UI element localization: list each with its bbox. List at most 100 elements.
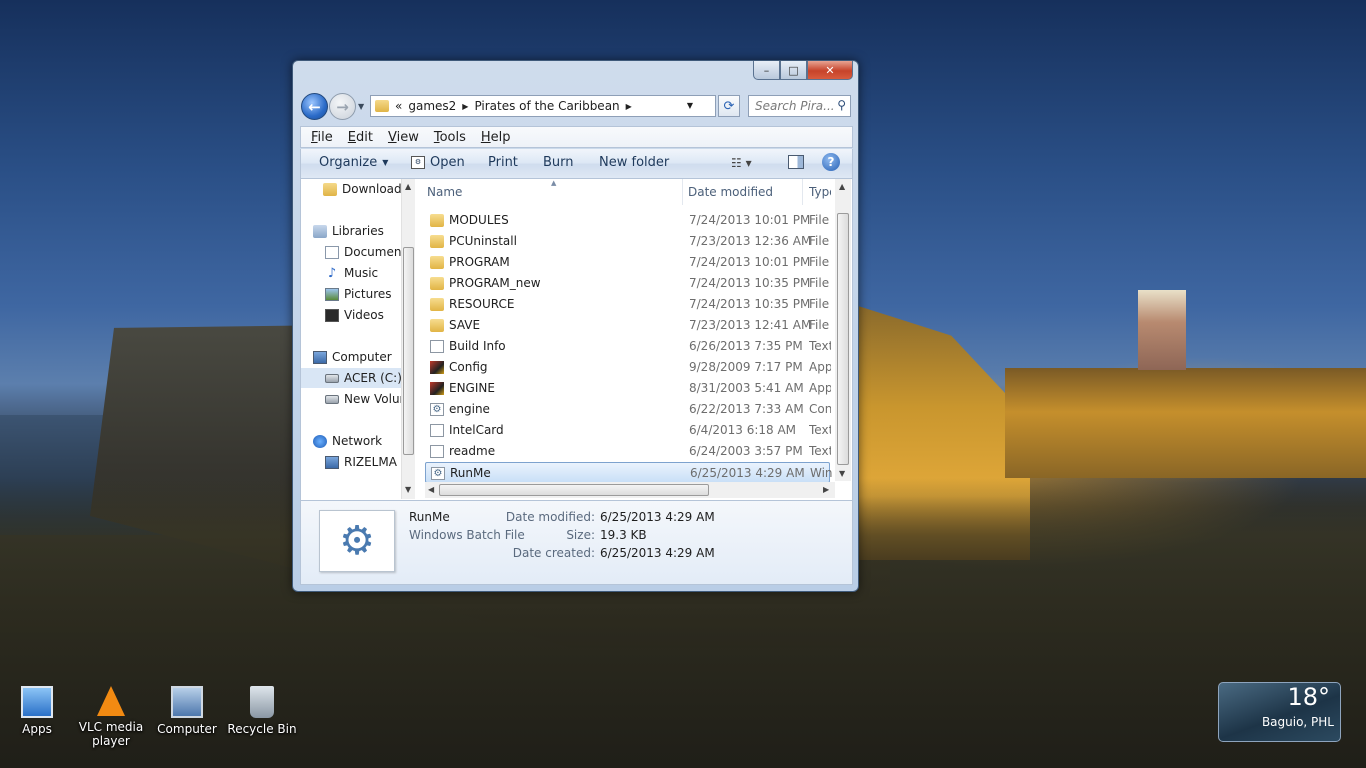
nav-item-documents[interactable]: Documents bbox=[325, 242, 403, 262]
desktop-icon-computer[interactable]: Computer bbox=[150, 686, 224, 736]
file-list-hscrollbar-thumb[interactable] bbox=[439, 484, 709, 496]
open-button[interactable]: ⚙ Open bbox=[411, 155, 465, 170]
burn-button[interactable]: Burn bbox=[543, 155, 574, 170]
column-divider[interactable] bbox=[682, 179, 683, 205]
file-name: engine bbox=[449, 402, 490, 416]
desktop-icon-recycle-bin[interactable]: Recycle Bin bbox=[225, 686, 299, 736]
nav-item-network[interactable]: Network bbox=[313, 431, 413, 451]
nav-scrollbar[interactable]: ▲ ▼ bbox=[401, 179, 415, 499]
organize-button[interactable]: Organize ▼ bbox=[319, 155, 388, 170]
command-bar: Organize ▼ ⚙ Open Print Burn New folder ☷ … bbox=[300, 149, 853, 179]
maximize-button[interactable]: □ bbox=[780, 61, 807, 80]
file-row[interactable]: Config 9/28/2009 7:17 PM App bbox=[425, 357, 831, 378]
scroll-down-icon[interactable]: ▼ bbox=[405, 485, 411, 494]
weather-location: Baguio, PHL bbox=[1261, 715, 1334, 729]
breadcrumb-separator-icon[interactable]: ▶ bbox=[626, 102, 632, 111]
file-row[interactable]: PCUninstall 7/23/2013 12:36 AM File bbox=[425, 231, 830, 252]
file-row[interactable]: ENGINE 8/31/2003 5:41 AM App bbox=[425, 378, 831, 399]
refresh-button[interactable]: ⟳ bbox=[718, 95, 740, 117]
sort-ascending-icon: ▲ bbox=[551, 179, 557, 187]
scroll-left-icon[interactable]: ◀ bbox=[428, 485, 434, 494]
file-list-scrollbar[interactable]: ▲ ▼ bbox=[835, 179, 851, 481]
nav-scrollbar-thumb[interactable] bbox=[403, 247, 414, 455]
file-list-hscrollbar[interactable]: ◀ ▶ bbox=[425, 482, 835, 498]
file-row[interactable]: IntelCard 6/4/2013 6:18 AM Text bbox=[425, 420, 831, 441]
print-button[interactable]: Print bbox=[488, 155, 518, 170]
file-row[interactable]: ⚙ RunMe 6/25/2013 4:29 AM Win bbox=[425, 462, 832, 483]
menu-view[interactable]: View bbox=[388, 130, 419, 145]
file-type: File bbox=[809, 234, 830, 248]
search-input[interactable]: Search Pira... ⚲ bbox=[748, 95, 851, 117]
nav-label: New Volume bbox=[344, 392, 401, 406]
breadcrumb-games2[interactable]: games2 bbox=[408, 99, 456, 113]
file-row[interactable]: readme 6/24/2003 3:57 PM Text bbox=[425, 441, 831, 462]
nav-label: Computer bbox=[332, 350, 392, 364]
preview-pane-icon[interactable] bbox=[788, 155, 804, 169]
file-date-modified: 7/23/2013 12:41 AM bbox=[689, 318, 812, 332]
computer-icon bbox=[171, 686, 203, 718]
nav-item-libraries[interactable]: Libraries bbox=[313, 221, 413, 241]
desktop-icon-vlc[interactable]: VLC media player bbox=[74, 686, 148, 748]
nav-item-rizelma[interactable]: RIZELMA bbox=[325, 452, 401, 472]
nav-item-new-volume[interactable]: New Volume bbox=[325, 389, 401, 409]
scroll-up-icon[interactable]: ▲ bbox=[405, 182, 411, 191]
search-icon[interactable]: ⚲ bbox=[837, 98, 846, 112]
file-row[interactable]: ⚙ engine 6/22/2013 7:33 AM Con bbox=[425, 399, 831, 420]
help-icon[interactable]: ? bbox=[822, 153, 840, 171]
menu-file[interactable]: File bbox=[311, 130, 333, 145]
menu-help[interactable]: Help bbox=[481, 130, 511, 145]
scroll-down-icon[interactable]: ▼ bbox=[839, 469, 845, 478]
file-date-modified: 8/31/2003 5:41 AM bbox=[689, 381, 804, 395]
music-icon: ♪ bbox=[327, 265, 337, 281]
weather-gadget[interactable]: 18° Baguio, PHL bbox=[1218, 682, 1341, 742]
column-type[interactable]: Type bbox=[809, 185, 831, 199]
address-bar[interactable]: « games2 ▶ Pirates of the Caribbean ▶ ▼ bbox=[370, 95, 716, 117]
file-name: Config bbox=[449, 360, 488, 374]
address-overflow[interactable]: « bbox=[395, 99, 402, 113]
file-row[interactable]: MODULES 7/24/2013 10:01 PM File bbox=[425, 210, 830, 231]
change-view-icon[interactable]: ☷ ▾ bbox=[731, 156, 752, 170]
menu-tools[interactable]: Tools bbox=[434, 130, 466, 145]
file-row[interactable]: RESOURCE 7/24/2013 10:35 PM File bbox=[425, 294, 830, 315]
file-type: File bbox=[809, 255, 830, 269]
forward-button[interactable]: → bbox=[329, 93, 356, 120]
column-date-modified[interactable]: Date modified bbox=[688, 185, 773, 199]
folder-icon bbox=[430, 256, 444, 269]
pictures-icon bbox=[325, 287, 339, 301]
new-folder-button[interactable]: New folder bbox=[599, 155, 669, 170]
desktop-icon-apps[interactable]: Apps bbox=[0, 686, 74, 736]
minimize-button[interactable]: – bbox=[753, 61, 780, 80]
menu-edit[interactable]: Edit bbox=[348, 130, 373, 145]
nav-item-acer[interactable]: ACER (C:) bbox=[301, 368, 401, 388]
courtyard-wall-background bbox=[1005, 368, 1366, 478]
file-date-modified: 6/25/2013 4:29 AM bbox=[690, 466, 805, 480]
file-type: Text bbox=[809, 339, 831, 353]
lighthouse-background bbox=[1138, 290, 1186, 370]
breadcrumb-separator-icon[interactable]: ▶ bbox=[462, 102, 468, 111]
file-row[interactable]: Build Info 6/26/2013 7:35 PM Text bbox=[425, 336, 831, 357]
close-button[interactable]: ✕ bbox=[807, 61, 853, 80]
recent-pages-dropdown-icon[interactable]: ▼ bbox=[358, 102, 364, 111]
details-size-label: Size: bbox=[566, 528, 595, 542]
recycle-bin-icon bbox=[250, 686, 274, 718]
file-row[interactable]: PROGRAM_new 7/24/2013 10:35 PM File bbox=[425, 273, 830, 294]
file-list-scrollbar-thumb[interactable] bbox=[837, 213, 849, 465]
nav-item-computer[interactable]: Computer bbox=[313, 347, 401, 367]
column-divider[interactable] bbox=[802, 179, 803, 205]
breadcrumb-pirates[interactable]: Pirates of the Caribbean bbox=[474, 99, 619, 113]
address-dropdown-icon[interactable]: ▼ bbox=[687, 101, 693, 110]
folder-icon bbox=[430, 235, 444, 248]
menu-bar: File Edit View Tools Help bbox=[300, 126, 853, 148]
organize-label: Organize bbox=[319, 155, 378, 170]
back-button[interactable]: ← bbox=[301, 93, 328, 120]
desktop-icon-label: Apps bbox=[22, 722, 52, 736]
details-modified-value: 6/25/2013 4:29 AM bbox=[600, 510, 715, 524]
navigation-row: ← → ▼ « games2 ▶ Pirates of the Caribbea… bbox=[300, 93, 853, 121]
scroll-up-icon[interactable]: ▲ bbox=[839, 182, 845, 191]
file-row[interactable]: PROGRAM 7/24/2013 10:01 PM File bbox=[425, 252, 830, 273]
file-name: readme bbox=[449, 444, 496, 458]
scroll-right-icon[interactable]: ▶ bbox=[823, 485, 829, 494]
file-row[interactable]: SAVE 7/23/2013 12:41 AM File bbox=[425, 315, 830, 336]
column-name[interactable]: Name bbox=[427, 185, 462, 199]
file-type: App bbox=[809, 360, 831, 374]
